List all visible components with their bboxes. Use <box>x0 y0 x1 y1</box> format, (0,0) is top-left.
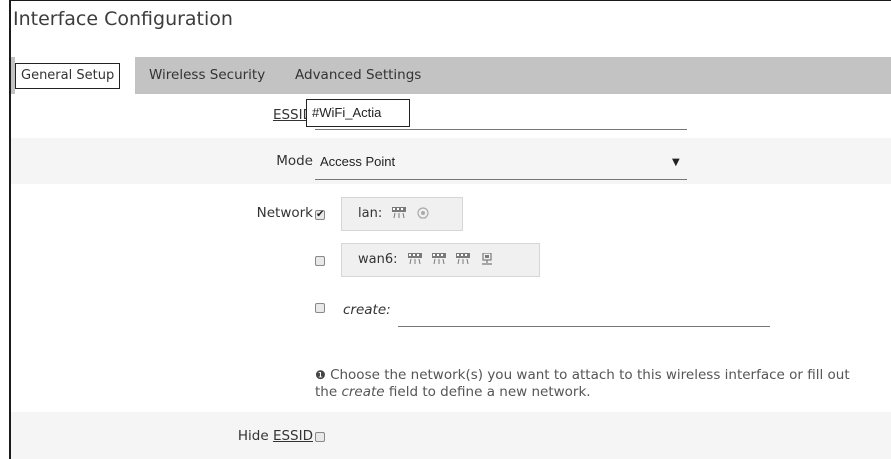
ethernet-switch-icon <box>392 207 407 219</box>
ethernet-port-icon <box>482 253 493 265</box>
tab-advanced-settings[interactable]: Advanced Settings <box>295 57 421 94</box>
ethernet-switch-icon <box>455 253 470 265</box>
hide-essid-label: Hide ESSID <box>161 428 313 444</box>
essid-label: ESSID <box>211 107 313 123</box>
tab-wireless-security[interactable]: Wireless Security <box>149 57 265 94</box>
network-label: Network <box>256 205 313 221</box>
help-create-em: create <box>341 384 385 400</box>
tab-general-setup[interactable]: General Setup <box>15 57 135 94</box>
tab-label: General Setup <box>15 63 121 89</box>
network-lan-option[interactable]: lan: <box>341 197 463 231</box>
network-create-checkbox[interactable] <box>315 303 325 313</box>
help-suffix: field to define a new network. <box>384 384 591 400</box>
tab-bar: General Setup Wireless Security Advanced… <box>11 57 891 94</box>
network-help-text: ❶ Choose the network(s) you want to atta… <box>315 367 875 401</box>
info-icon: ❶ <box>315 368 326 382</box>
hide-essid-prefix: Hide <box>237 428 273 444</box>
hide-essid-checkbox[interactable] <box>315 432 325 442</box>
network-lan-name: lan: <box>358 206 383 221</box>
mode-select-value: Access Point <box>320 154 396 169</box>
essid-input[interactable]: #WiFi_Actia <box>306 99 410 127</box>
network-lan-checkbox[interactable]: ✔ <box>315 210 325 220</box>
page-title: Interface Configuration <box>13 8 233 30</box>
network-wan6-name: wan6: <box>358 252 398 267</box>
hide-essid-row: Hide ESSID <box>11 412 891 459</box>
ethernet-switch-icon <box>407 253 422 265</box>
create-label: create: <box>343 302 391 318</box>
hide-essid-link[interactable]: ESSID <box>273 428 313 444</box>
wifi-disabled-icon <box>417 207 430 219</box>
create-network-input[interactable] <box>398 302 770 327</box>
network-wan6-checkbox[interactable] <box>315 256 325 266</box>
mode-label: Mode <box>276 153 313 169</box>
network-wan6-option[interactable]: wan6: <box>341 243 540 277</box>
ethernet-switch-icon <box>431 253 446 265</box>
chevron-down-icon: ▼ <box>672 157 680 168</box>
